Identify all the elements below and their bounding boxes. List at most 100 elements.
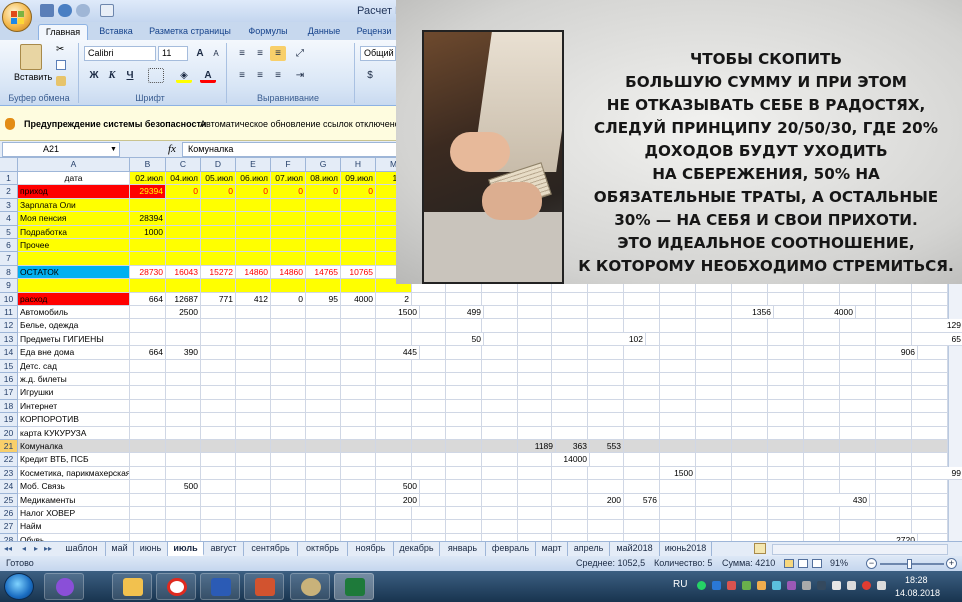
value-cell[interactable] [804,346,840,360]
value-cell[interactable] [166,386,201,400]
header-cell[interactable]: 07.июл [271,172,306,186]
value-cell[interactable] [446,319,482,333]
value-cell[interactable] [804,332,840,347]
grid-cell[interactable] [341,252,376,266]
value-cell[interactable] [876,453,912,467]
row-header[interactable]: 15 [0,359,18,373]
value-cell[interactable]: 1356 [740,306,774,320]
grid-cell[interactable] [236,252,271,266]
value-cell[interactable] [732,292,768,306]
sheet-tab[interactable]: ноябрь [348,542,394,556]
value-cell[interactable] [588,319,624,333]
value-cell[interactable] [696,533,732,541]
value-cell[interactable] [306,346,341,360]
value-cell[interactable] [341,533,376,541]
value-cell[interactable] [446,507,482,521]
horizontal-scrollbar[interactable] [772,544,948,555]
row-header[interactable]: 26 [0,507,18,521]
taskbar-paint[interactable] [290,573,330,600]
undo-icon[interactable] [58,4,72,17]
value-cell[interactable] [482,480,518,494]
taskbar-excel[interactable] [334,573,374,600]
value-cell[interactable] [482,306,518,320]
print-preview-icon[interactable] [100,4,114,17]
value-cell[interactable] [624,533,660,541]
bold-button[interactable]: Ж [86,68,102,83]
value-cell[interactable] [201,533,236,541]
value-cell[interactable] [624,306,660,320]
value-cell[interactable] [130,198,166,213]
value-cell[interactable]: 2 [376,292,412,306]
value-cell[interactable] [804,426,840,440]
font-color-button[interactable]: A [200,68,216,83]
value-cell[interactable] [588,359,624,373]
value-cell[interactable]: 65 [930,332,962,347]
value-cell[interactable] [271,520,306,534]
value-cell[interactable]: 0 [236,185,271,199]
value-cell[interactable] [166,359,201,373]
value-cell[interactable] [518,332,552,347]
value-cell[interactable] [271,413,306,427]
value-cell[interactable] [376,520,412,534]
value-cell[interactable] [306,319,341,333]
value-cell[interactable] [768,440,804,454]
value-cell[interactable] [588,453,624,467]
value-cell[interactable] [876,373,912,387]
value-cell[interactable] [660,292,696,306]
value-cell[interactable] [696,480,732,494]
value-cell[interactable] [271,212,306,226]
sheet-tab[interactable]: февраль [486,542,536,556]
value-cell[interactable] [412,373,446,387]
value-cell[interactable] [840,319,876,333]
clock-date[interactable]: 14.08.2018 [895,588,940,598]
value-cell[interactable] [696,520,732,534]
value-cell[interactable] [446,292,482,306]
clock-time[interactable]: 18:28 [905,575,928,585]
value-cell[interactable] [696,493,732,507]
value-cell[interactable] [552,346,588,360]
value-cell[interactable] [236,533,271,541]
tray-app-icon-4[interactable] [757,581,766,590]
value-cell[interactable] [840,413,876,427]
value-cell[interactable] [768,386,804,400]
tab-formulas[interactable]: Формулы [238,24,298,40]
value-cell[interactable] [660,453,696,467]
value-cell[interactable] [201,520,236,534]
sheet-tab[interactable]: июнь [134,542,168,556]
value-cell[interactable] [876,520,912,534]
value-cell[interactable] [236,198,271,213]
value-cell[interactable] [732,346,768,360]
value-cell[interactable] [876,466,912,481]
value-cell[interactable] [482,466,518,481]
value-cell[interactable] [732,319,768,333]
value-cell[interactable] [201,493,236,507]
value-cell[interactable] [840,386,876,400]
italic-button[interactable]: К [104,68,120,83]
value-cell[interactable]: 15272 [201,265,236,280]
row-label[interactable]: расход [18,292,130,306]
row-header[interactable]: 28 [0,533,18,541]
value-cell[interactable] [876,413,912,427]
value-cell[interactable]: 363 [556,440,590,454]
value-cell[interactable] [236,332,271,347]
value-cell[interactable] [518,346,552,360]
value-cell[interactable] [376,373,412,387]
row-header[interactable]: 13 [0,332,18,347]
row-label[interactable]: Интернет [18,399,130,414]
value-cell[interactable] [446,413,482,427]
sheet-tab[interactable]: январь [440,542,486,556]
row-label[interactable]: Налог ХОВЕР [18,507,130,521]
value-cell[interactable] [804,466,840,481]
column-header[interactable]: G [306,158,341,172]
value-cell[interactable] [696,426,732,440]
value-cell[interactable] [376,413,412,427]
value-cell[interactable] [166,440,201,454]
value-cell[interactable] [412,413,446,427]
value-cell[interactable] [166,507,201,521]
value-cell[interactable] [588,399,624,414]
grid-cell[interactable] [18,279,130,293]
value-cell[interactable] [130,440,166,454]
value-cell[interactable] [768,332,804,347]
taskbar-word[interactable] [200,573,240,600]
value-cell[interactable] [201,306,236,320]
